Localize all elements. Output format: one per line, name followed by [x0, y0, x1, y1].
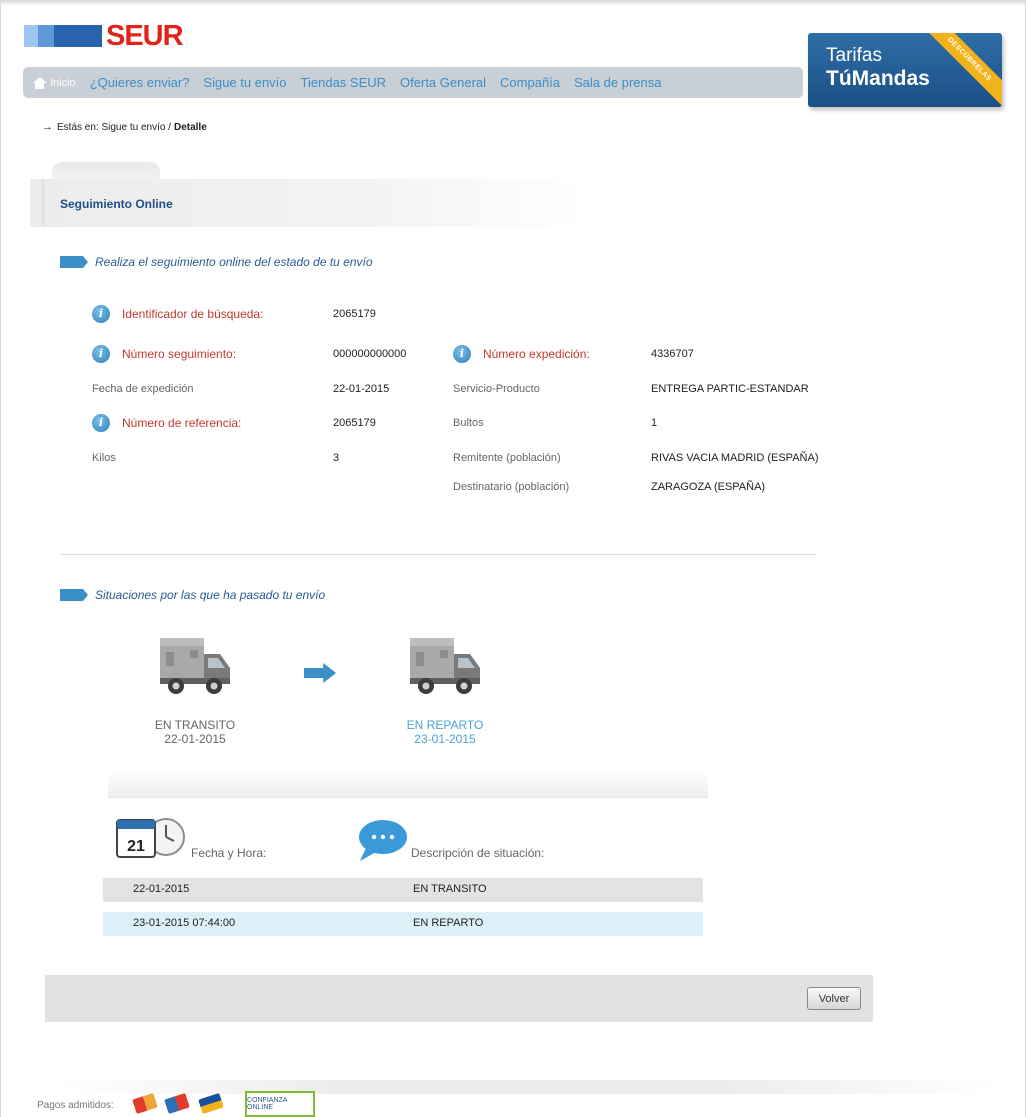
- breadcrumb: → Estás en: Sigue tu envío / Detalle: [42, 121, 207, 133]
- panel-title: Seguimiento Online: [60, 197, 173, 211]
- bultos-value: 1: [651, 417, 658, 429]
- bultos-label: Bultos: [453, 417, 484, 429]
- info-icon[interactable]: i: [92, 305, 110, 323]
- info-icon[interactable]: i: [92, 345, 110, 363]
- history-row-date: 23-01-2015 07:44:00: [133, 917, 236, 929]
- num-expedicion-label: Número expedición:: [483, 347, 590, 361]
- section-title-tracking: Realiza el seguimiento online del estado…: [95, 255, 373, 269]
- confianza-online-badge[interactable]: CONFIANZA ONLINE: [245, 1091, 315, 1117]
- speech-bubble-icon: [359, 820, 407, 861]
- seur-logo[interactable]: SEUR: [24, 20, 184, 52]
- section-divider: [60, 554, 816, 555]
- arrow-right-icon: →: [42, 121, 53, 133]
- top-shadow: [0, 0, 1026, 6]
- footer-shadow: [60, 1080, 1000, 1094]
- tarifas-banner[interactable]: Tarifas TúMandas DESCÚBRELAS: [808, 33, 1002, 107]
- num-expedicion-value: 4336707: [651, 348, 694, 360]
- section-marker-icon: [60, 256, 88, 268]
- nav-home[interactable]: Inicio: [33, 76, 76, 89]
- flow-status: EN TRANSITO: [154, 718, 236, 732]
- kilos-label: Kilos: [92, 452, 116, 464]
- history-top-line: [108, 797, 708, 798]
- destinatario-label: Destinatario (población): [453, 481, 570, 493]
- volver-button[interactable]: Volver: [807, 987, 861, 1010]
- num-referencia-label: Número de referencia:: [122, 416, 242, 430]
- home-icon: [33, 76, 47, 89]
- nav-item-sala-de-prensa[interactable]: Sala de prensa: [574, 75, 661, 90]
- calendar-clock-icon: 21: [116, 818, 185, 858]
- payments-label: Pagos admitidos:: [37, 1100, 114, 1111]
- nav-item-compania[interactable]: Compañía: [500, 75, 560, 90]
- history-row-desc: EN REPARTO: [413, 917, 484, 929]
- flow-date: 23-01-2015: [414, 732, 476, 746]
- kilos-value: 3: [333, 452, 340, 464]
- logo-bars: [24, 25, 102, 47]
- banner-line2: TúMandas: [826, 67, 930, 90]
- section-title-situaciones: Situaciones por las que ha pasado tu env…: [95, 588, 326, 602]
- info-icon[interactable]: i: [453, 345, 471, 363]
- servicio-producto-value: ENTREGA PARTIC-ESTANDAR: [651, 383, 809, 395]
- remitente-value: RIVAS VACIA MADRID (ESPAÑA): [651, 452, 819, 464]
- identificador-value: 2065179: [333, 308, 376, 320]
- identificador-label: Identificador de búsqueda:: [122, 307, 264, 321]
- flow-step-en-transito: EN TRANSITO 22-01-2015: [135, 718, 255, 746]
- truck-icon: [410, 638, 480, 694]
- action-bar: [45, 975, 873, 1022]
- flow-status: EN REPARTO: [406, 718, 484, 732]
- section-marker-icon: [60, 589, 88, 601]
- fecha-expedicion-label: Fecha de expedición: [92, 383, 194, 395]
- calendar-day: 21: [127, 838, 145, 855]
- breadcrumb-prefix: Estás en: Sigue tu envío /: [57, 121, 171, 133]
- banner-line1: Tarifas: [826, 45, 882, 66]
- destinatario-value: ZARAGOZA (ESPAÑA): [651, 481, 766, 493]
- info-icon[interactable]: i: [92, 414, 110, 432]
- num-referencia-value: 2065179: [333, 417, 376, 429]
- col-descripcion: Descripción de situación:: [411, 846, 545, 860]
- history-row-date: 22-01-2015: [133, 883, 190, 895]
- logo-text: SEUR: [106, 20, 184, 52]
- num-seguimiento-label: Número seguimiento:: [122, 347, 237, 361]
- nav-item-tiendas-seur[interactable]: Tiendas SEUR: [301, 75, 387, 90]
- num-seguimiento-value: 000000000000: [333, 348, 407, 360]
- history-shadow: [108, 770, 708, 798]
- breadcrumb-current: Detalle: [173, 121, 207, 133]
- flow-date: 22-01-2015: [164, 732, 226, 746]
- history-row-desc: EN TRANSITO: [413, 883, 487, 895]
- history-row: 23-01-2015 07:44:00 EN REPARTO: [103, 912, 703, 936]
- remitente-label: Remitente (población): [453, 452, 561, 464]
- servicio-producto-label: Servicio-Producto: [453, 383, 540, 395]
- flow-step-en-reparto: EN REPARTO 23-01-2015: [385, 718, 505, 746]
- nav-item-sigue-tu-envio[interactable]: Sigue tu envío: [203, 75, 286, 90]
- col-fecha-hora: Fecha y Hora:: [191, 846, 267, 860]
- nav-item-quieres-enviar[interactable]: ¿Quieres enviar?: [90, 75, 190, 90]
- nav-item-oferta-general[interactable]: Oferta General: [400, 75, 486, 90]
- fecha-expedicion-value: 22-01-2015: [333, 383, 390, 395]
- history-row: 22-01-2015 EN TRANSITO: [103, 878, 703, 902]
- nav-home-label: Inicio: [50, 76, 76, 89]
- main-nav: Inicio ¿Quieres enviar? Sigue tu envío T…: [23, 67, 803, 98]
- truck-icon: [160, 638, 230, 694]
